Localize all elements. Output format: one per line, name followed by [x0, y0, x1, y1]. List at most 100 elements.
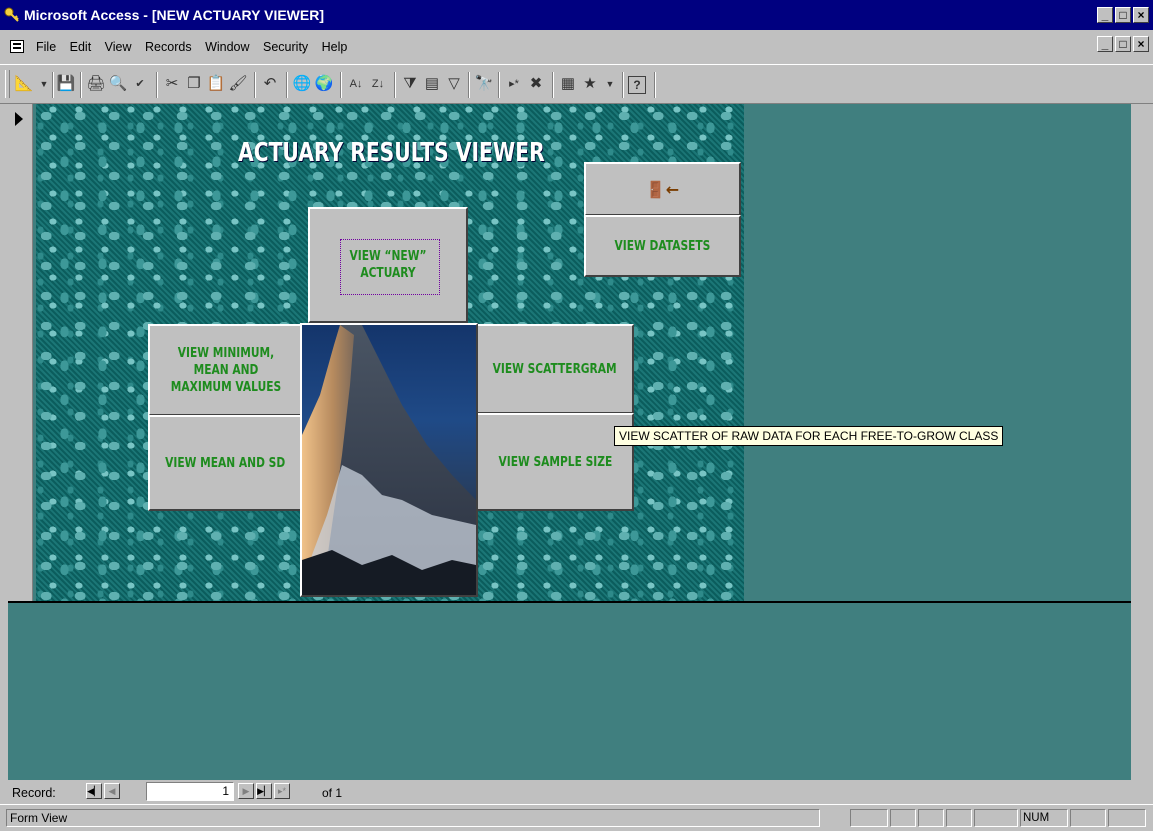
status-panel [890, 809, 916, 827]
toolbar-separator [394, 72, 396, 98]
record-number-field[interactable]: 1 [146, 782, 234, 801]
toolbar-separator [552, 72, 554, 98]
status-bar: Form View NUM [0, 804, 1153, 831]
toolbar-separator [80, 72, 82, 98]
status-panel [850, 809, 888, 827]
view-new-actuary-button[interactable]: VIEW “NEW” ACTUARY [308, 207, 468, 323]
form-control-menu-icon[interactable] [10, 40, 24, 53]
focus-rectangle [340, 239, 440, 295]
close-button[interactable]: × [1133, 7, 1149, 23]
mountain-peak-photo [300, 323, 478, 597]
record-count: of 1 [322, 786, 343, 800]
insert-hyperlink-icon[interactable]: 🌐 [292, 74, 312, 94]
sort-descending-icon[interactable]: Z↓ [368, 74, 388, 94]
new-record-icon[interactable]: ▸* [504, 74, 524, 94]
first-record-button[interactable]: ◀▏ [86, 783, 102, 799]
cut-icon[interactable]: ✂ [162, 74, 182, 94]
sort-ascending-icon[interactable]: A↓ [346, 74, 366, 94]
exit-button[interactable]: 🚪← [584, 162, 741, 216]
title-bar: Microsoft Access - [NEW ACTUARY VIEWER] … [0, 0, 1153, 30]
new-object-dropdown-icon[interactable]: ▼ [600, 74, 620, 94]
toolbar-separator [654, 72, 656, 98]
num-lock-indicator: NUM [1020, 809, 1068, 827]
help-icon[interactable]: ? [628, 76, 646, 94]
view-datasets-button[interactable]: VIEW DATASETS [584, 215, 741, 277]
scattergram-tooltip: VIEW SCATTER OF RAW DATA FOR EACH FREE-T… [614, 426, 1004, 446]
menu-view[interactable]: View [105, 40, 132, 54]
window-controls: _ □ × [1095, 7, 1149, 23]
horizontal-scroll-area [370, 783, 1131, 801]
menu-records[interactable]: Records [145, 40, 192, 54]
new-record-nav-button[interactable]: ▸* [274, 783, 290, 799]
filter-by-form-icon[interactable]: ▤ [422, 74, 442, 94]
current-record-arrow-icon [15, 112, 23, 126]
view-sample-size-button[interactable]: VIEW SAMPLE SIZE [476, 413, 634, 511]
document-window-controls: _ □ × [1095, 36, 1149, 52]
view-sample-size-label: VIEW SAMPLE SIZE [498, 454, 612, 470]
access-key-icon [4, 7, 19, 22]
toolbar-separator [498, 72, 500, 98]
view-scattergram-label: VIEW SCATTERGRAM [492, 361, 617, 377]
view-mean-sd-label: VIEW MEAN AND SD [165, 455, 286, 471]
copy-icon[interactable]: ❐ [184, 74, 204, 94]
web-toolbar-icon[interactable]: 🌍 [314, 74, 334, 94]
window-title: Microsoft Access - [NEW ACTUARY VIEWER] [24, 7, 324, 23]
restore-button[interactable]: □ [1115, 7, 1131, 23]
print-icon[interactable]: 🖨 [86, 74, 106, 94]
doc-restore-button[interactable]: □ [1115, 36, 1131, 52]
toolbar-separator [254, 72, 256, 98]
toolbar-separator [468, 72, 470, 98]
view-min-mean-max-button[interactable]: VIEW MINIMUM, MEAN AND MAXIMUM VALUES [148, 324, 303, 416]
status-panel [918, 809, 944, 827]
find-icon[interactable]: 🔭 [474, 74, 494, 94]
record-label: Record: [12, 786, 56, 800]
status-panel [946, 809, 972, 827]
toolbar-separator [622, 72, 624, 98]
design-view-dropdown-icon[interactable]: ▼ [34, 74, 54, 94]
last-record-button[interactable]: ▶▏ [256, 783, 272, 799]
menu-security[interactable]: Security [263, 40, 308, 54]
toolbar-separator [156, 72, 158, 98]
apply-filter-icon[interactable]: ▽ [444, 74, 464, 94]
view-mean-sd-button[interactable]: VIEW MEAN AND SD [148, 415, 303, 511]
toolbar-separator [52, 72, 54, 98]
toolbar-separator [340, 72, 342, 98]
vertical-scrollbar[interactable] [1131, 104, 1153, 780]
menu-file[interactable]: File [36, 40, 56, 54]
status-panel [974, 809, 1018, 827]
new-object-icon[interactable]: ★ [580, 74, 600, 94]
menu-help[interactable]: Help [322, 40, 348, 54]
form-section-divider [8, 601, 1131, 603]
toolbar: 📐 ▼ 💾 🖨 🔍 ✔ ✂ ❐ 📋 🖌 ↶ 🌐 🌍 A↓ Z↓ ⧩ ▤ ▽ 🔭 … [0, 64, 1153, 104]
undo-icon[interactable]: ↶ [260, 74, 280, 94]
print-preview-icon[interactable]: 🔍 [108, 74, 128, 94]
status-text: Form View [6, 809, 820, 827]
menu-bar: File Edit View Records Window Security H… [0, 30, 1153, 64]
previous-record-button[interactable]: ◀ [104, 783, 120, 799]
toolbar-grip[interactable] [5, 70, 10, 98]
format-painter-icon[interactable]: 🖌 [228, 74, 248, 94]
record-selector[interactable] [8, 104, 33, 602]
database-window-icon[interactable]: ▦ [558, 74, 578, 94]
menu-edit[interactable]: Edit [70, 40, 92, 54]
delete-record-icon[interactable]: ✖ [526, 74, 546, 94]
status-panel [1070, 809, 1106, 827]
filter-by-selection-icon[interactable]: ⧩ [400, 74, 420, 94]
exit-door-icon: 🚪← [645, 179, 680, 199]
paste-icon[interactable]: 📋 [206, 74, 226, 94]
mountain-peak-graphic [302, 325, 476, 595]
view-min-mean-max-label: VIEW MINIMUM, MEAN AND MAXIMUM VALUES [170, 345, 281, 395]
save-icon[interactable]: 💾 [56, 74, 76, 94]
form-title: ACTUARY RESULTS VIEWER [238, 138, 545, 168]
doc-minimize-button[interactable]: _ [1097, 36, 1113, 52]
design-view-icon[interactable]: 📐 [14, 74, 34, 94]
minimize-button[interactable]: _ [1097, 7, 1113, 23]
doc-close-button[interactable]: × [1133, 36, 1149, 52]
menu-items: File Edit View Records Window Security H… [36, 40, 357, 54]
next-record-button[interactable]: ▶ [238, 783, 254, 799]
record-navigation-bar: Record: ◀▏ ◀ 1 ▶ ▶▏ ▸* of 1 [0, 780, 1153, 804]
menu-window[interactable]: Window [205, 40, 249, 54]
toolbar-separator [286, 72, 288, 98]
spelling-icon[interactable]: ✔ [130, 74, 150, 94]
view-scattergram-button[interactable]: VIEW SCATTERGRAM [476, 324, 634, 414]
